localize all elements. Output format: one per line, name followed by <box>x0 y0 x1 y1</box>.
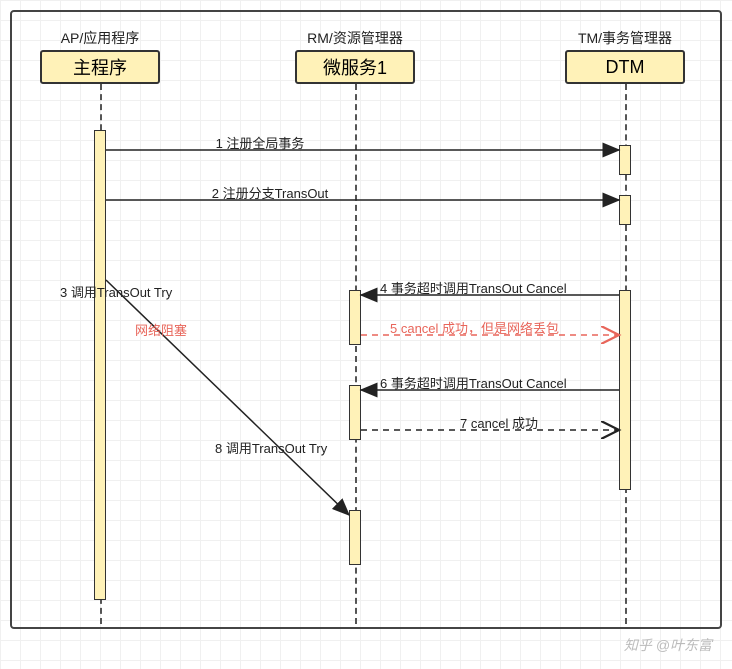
activation-ap-main <box>94 130 106 600</box>
msg-note-3: 网络阻塞 <box>135 320 187 339</box>
activation-tm-3 <box>619 290 631 490</box>
role-box-tm: DTM <box>565 50 685 84</box>
msg-label-4: 4 事务超时调用TransOut Cancel <box>380 278 567 297</box>
role-box-rm: 微服务1 <box>295 50 415 84</box>
msg-label-5: 5 cancel 成功，但是网络丢包 <box>390 318 559 337</box>
activation-tm-2 <box>619 195 631 225</box>
role-label-tm: TM/事务管理器 <box>578 28 672 48</box>
activation-rm-3 <box>349 510 361 565</box>
msg-label-6: 6 事务超时调用TransOut Cancel <box>380 373 567 392</box>
msg-label-2: 2 注册分支TransOut <box>212 183 329 202</box>
diagram-frame <box>10 10 722 629</box>
msg-label-1: 1 注册全局事务 <box>216 133 305 152</box>
activation-tm-1 <box>619 145 631 175</box>
msg-label-8: 8 调用TransOut Try <box>215 438 327 457</box>
activation-rm-1 <box>349 290 361 345</box>
role-label-ap: AP/应用程序 <box>61 28 140 48</box>
activation-rm-2 <box>349 385 361 440</box>
msg-label-3: 3 调用TransOut Try <box>60 282 172 301</box>
role-box-ap: 主程序 <box>40 50 160 84</box>
role-label-rm: RM/资源管理器 <box>307 28 403 48</box>
watermark: 知乎 @叶东富 <box>624 635 712 655</box>
msg-label-7: 7 cancel 成功 <box>460 413 538 432</box>
